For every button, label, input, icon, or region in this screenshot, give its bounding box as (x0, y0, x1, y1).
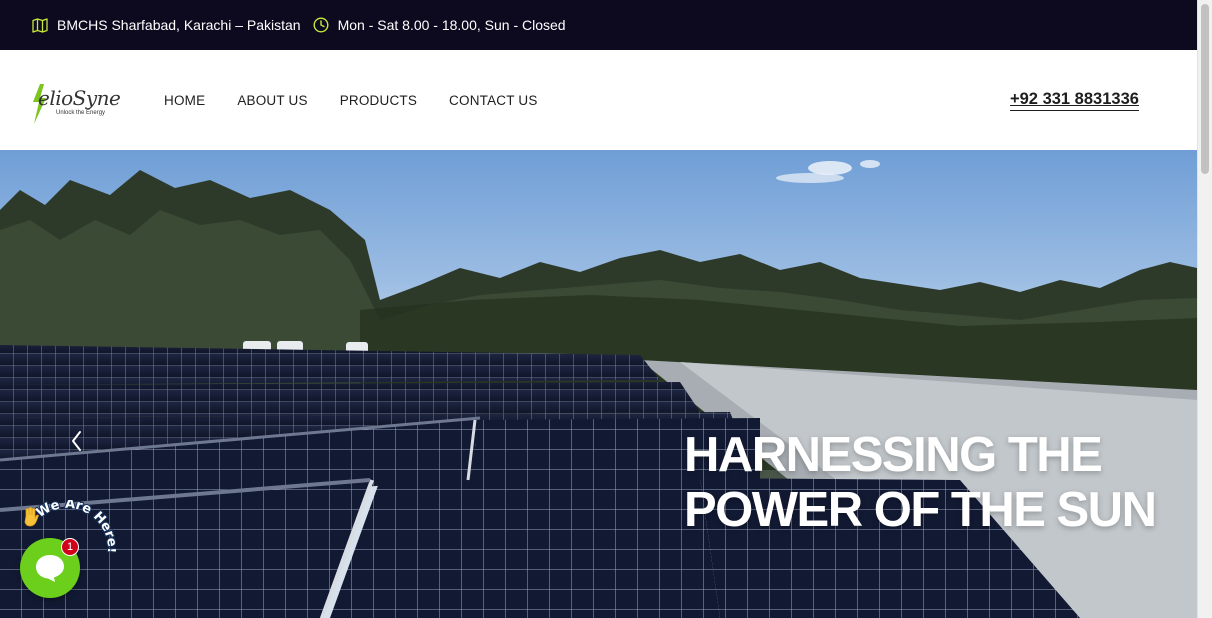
hero-title-line-1: HARNESSING THE (684, 428, 1103, 482)
nav-contact-us[interactable]: CONTACT US (449, 93, 538, 108)
site-header: elioSyne Unlock the Energy HOME ABOUT US… (0, 50, 1197, 150)
chevron-left-icon (72, 431, 81, 451)
main-nav: HOME ABOUT US PRODUCTS CONTACT US (164, 50, 570, 150)
clock-icon (313, 17, 329, 33)
hours-text: Mon - Sat 8.00 - 18.00, Sun - Closed (337, 17, 566, 33)
phone-link[interactable]: +92 331 8831336 (1010, 90, 1139, 111)
waving-hand-icon (24, 507, 39, 527)
map-icon (32, 17, 48, 33)
nav-products[interactable]: PRODUCTS (340, 93, 417, 108)
hours-item: Mon - Sat 8.00 - 18.00, Sun - Closed (313, 17, 566, 33)
site-logo[interactable]: elioSyne Unlock the Energy (30, 82, 126, 126)
top-info-bar: BMCHS Sharfabad, Karachi – Pakistan Mon … (0, 0, 1197, 50)
chat-notification-badge: 1 (61, 538, 79, 556)
logo-brand-text: elioSyne (38, 86, 121, 110)
address-text: BMCHS Sharfabad, Karachi – Pakistan (57, 17, 301, 33)
nav-home[interactable]: HOME (164, 93, 205, 108)
chat-bubble-icon (36, 555, 64, 582)
hero-slider: HARNESSING THE POWER OF THE SUN (0, 150, 1197, 618)
address-item: BMCHS Sharfabad, Karachi – Pakistan (32, 17, 301, 33)
nav-about-us[interactable]: ABOUT US (237, 93, 307, 108)
hero-title: HARNESSING THE POWER OF THE SUN (684, 428, 1157, 538)
chat-widget[interactable]: We Are Here! 1 (16, 500, 116, 604)
logo-tagline: Unlock the Energy (56, 110, 106, 116)
page-scrollbar[interactable] (1197, 0, 1212, 618)
hero-title-line-2: POWER OF THE SUN (684, 483, 1157, 537)
scrollbar-thumb[interactable] (1201, 4, 1209, 174)
slider-prev-button[interactable] (64, 426, 88, 456)
hero-background-image (0, 160, 1197, 618)
